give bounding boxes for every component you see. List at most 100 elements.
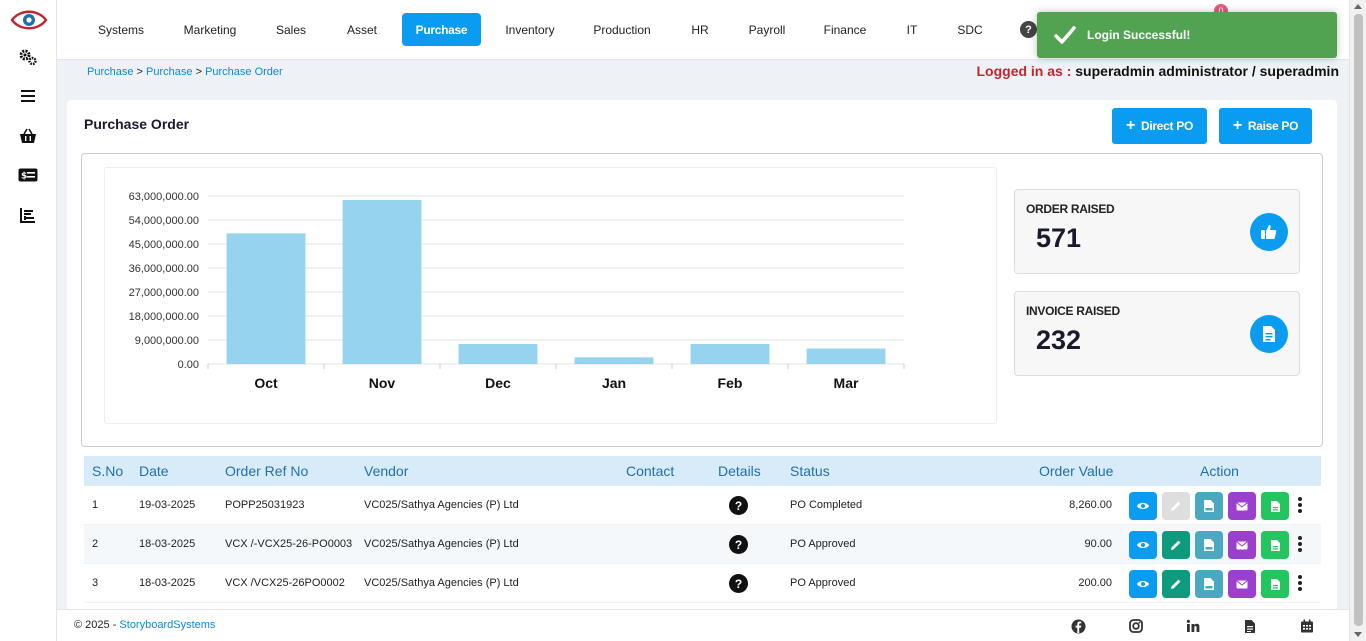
x-tick-label: Jan (602, 375, 626, 391)
table-row: 1 19-03-2025 POPP25031923 VC025/Sathya Agen… (84, 486, 1321, 525)
tab-marketing[interactable]: Marketing (175, 13, 245, 46)
facebook-icon[interactable] (1070, 618, 1086, 634)
tab-hr[interactable]: HR (675, 13, 725, 46)
scroll-thumb[interactable] (1354, 14, 1363, 626)
x-tick-label: Nov (369, 375, 396, 391)
y-tick-label: 54,000,000.00 (129, 215, 199, 227)
document-button[interactable] (1261, 531, 1289, 559)
edit-button[interactable] (1162, 531, 1190, 559)
chart-section: 0.00 9,000,000.00 18,000,000.00 27,000,000.… (81, 153, 1323, 447)
pdf-button[interactable] (1195, 492, 1223, 520)
pencil-icon (1170, 578, 1182, 590)
mail-button[interactable] (1228, 492, 1256, 520)
money-card-icon[interactable]: $ (14, 161, 42, 189)
pdf-button[interactable] (1195, 570, 1223, 598)
breadcrumb-separator: > (133, 66, 147, 78)
tab-inventory[interactable]: Inventory (495, 13, 565, 46)
tab-payroll[interactable]: Payroll (737, 13, 797, 46)
scroll-down-arrow-icon[interactable] (1354, 632, 1362, 637)
purchase-order-card: Purchase Order + Direct PO + Raise PO 0.00… (67, 100, 1337, 615)
x-tick-label: Dec (485, 375, 511, 391)
x-tick-label: Mar (834, 375, 859, 391)
tab-sales[interactable]: Sales (261, 13, 321, 46)
order-raised-label: ORDER RAISED (1026, 202, 1115, 216)
bar-mar[interactable] (806, 348, 886, 364)
menu-icon[interactable] (14, 82, 42, 110)
invoice-raised-value: 232 (1036, 325, 1082, 355)
details-question-icon[interactable]: ? (729, 574, 748, 593)
direct-po-button[interactable]: + Direct PO (1112, 108, 1207, 144)
basket-icon[interactable] (14, 122, 42, 150)
document-button[interactable] (1261, 492, 1289, 520)
eye-logo-icon[interactable] (10, 6, 48, 34)
order-raised-card: ORDER RAISED 571 (1014, 189, 1300, 274)
scroll-up-arrow-icon[interactable] (1354, 4, 1362, 9)
bar-jan[interactable] (574, 357, 654, 364)
linkedin-icon[interactable] (1185, 618, 1201, 634)
tab-finance[interactable]: Finance (814, 13, 876, 46)
details-question-icon[interactable]: ? (729, 535, 748, 554)
invoice-raised-card: INVOICE RAISED 232 (1014, 291, 1300, 376)
tab-systems[interactable]: Systems (86, 13, 156, 46)
cell-ref: VCX /-VCX25-26-PO0003 (225, 538, 353, 550)
help-icon[interactable]: ? (1020, 21, 1037, 38)
cell-status: PO Approved (790, 577, 856, 589)
file-icon (1270, 500, 1281, 513)
breadcrumb-link-2[interactable]: Purchase (146, 66, 192, 78)
pdf-file-icon (1203, 499, 1215, 513)
eye-icon (1136, 540, 1150, 550)
bar-chart-icon[interactable] (14, 201, 42, 229)
gears-icon[interactable] (14, 43, 42, 71)
edit-button[interactable] (1162, 570, 1190, 598)
document-button[interactable] (1261, 570, 1289, 598)
more-options-icon[interactable] (1296, 494, 1304, 516)
page-title: Purchase Order (84, 116, 190, 132)
raise-po-label: Raise PO (1247, 119, 1299, 133)
header-details: Details (718, 463, 761, 479)
company-link[interactable]: StoryboardSystems (119, 619, 215, 631)
mail-button[interactable] (1228, 531, 1256, 559)
page-scrollbar[interactable] (1349, 0, 1366, 641)
calendar-icon[interactable] (1299, 618, 1315, 634)
instagram-icon[interactable] (1128, 618, 1144, 634)
invoice-raised-label: INVOICE RAISED (1026, 304, 1120, 318)
toast-message: Login Successful! (1087, 28, 1191, 42)
logged-in-info: Logged in as : superadmin administrator … (976, 63, 1339, 79)
view-button[interactable] (1129, 492, 1157, 520)
pdf-file-icon (1203, 538, 1215, 552)
raise-po-button[interactable]: + Raise PO (1219, 108, 1312, 144)
cell-vendor: VC025/Sathya Agencies (P) Ltd (364, 538, 519, 550)
breadcrumb-separator: > (192, 66, 206, 78)
cell-ref: POPP25031923 (225, 499, 305, 511)
cell-status: PO Approved (790, 538, 856, 550)
mail-icon (1236, 501, 1248, 511)
cell-sno: 2 (92, 538, 99, 550)
breadcrumb-link-1[interactable]: Purchase (87, 66, 133, 78)
tab-sdc[interactable]: SDC (950, 13, 990, 46)
more-options-icon[interactable] (1296, 572, 1304, 594)
view-button[interactable] (1129, 531, 1157, 559)
document-icon[interactable] (1242, 618, 1258, 634)
view-button[interactable] (1129, 570, 1157, 598)
tab-asset[interactable]: Asset (332, 13, 392, 46)
chart-container: 0.00 9,000,000.00 18,000,000.00 27,000,000.… (104, 167, 997, 424)
login-toast[interactable]: Login Successful! (1037, 12, 1337, 58)
breadcrumb: Purchase > Purchase > Purchase Order (87, 66, 283, 78)
tab-production[interactable]: Production (584, 13, 660, 46)
svg-text:$: $ (21, 172, 27, 182)
bar-feb[interactable] (690, 344, 770, 364)
tab-it[interactable]: IT (897, 13, 927, 46)
edit-button[interactable] (1162, 492, 1190, 520)
bar-nov[interactable] (342, 200, 422, 364)
plus-icon: + (1232, 117, 1242, 134)
breadcrumb-current[interactable]: Purchase Order (205, 66, 283, 78)
bar-dec[interactable] (458, 344, 538, 364)
pdf-button[interactable] (1195, 531, 1223, 559)
cell-sno: 3 (92, 577, 99, 589)
mail-button[interactable] (1228, 570, 1256, 598)
pdf-file-icon (1203, 577, 1215, 591)
bar-oct[interactable] (226, 233, 306, 364)
tab-purchase[interactable]: Purchase (402, 13, 481, 46)
more-options-icon[interactable] (1296, 533, 1304, 555)
details-question-icon[interactable]: ? (729, 496, 748, 515)
